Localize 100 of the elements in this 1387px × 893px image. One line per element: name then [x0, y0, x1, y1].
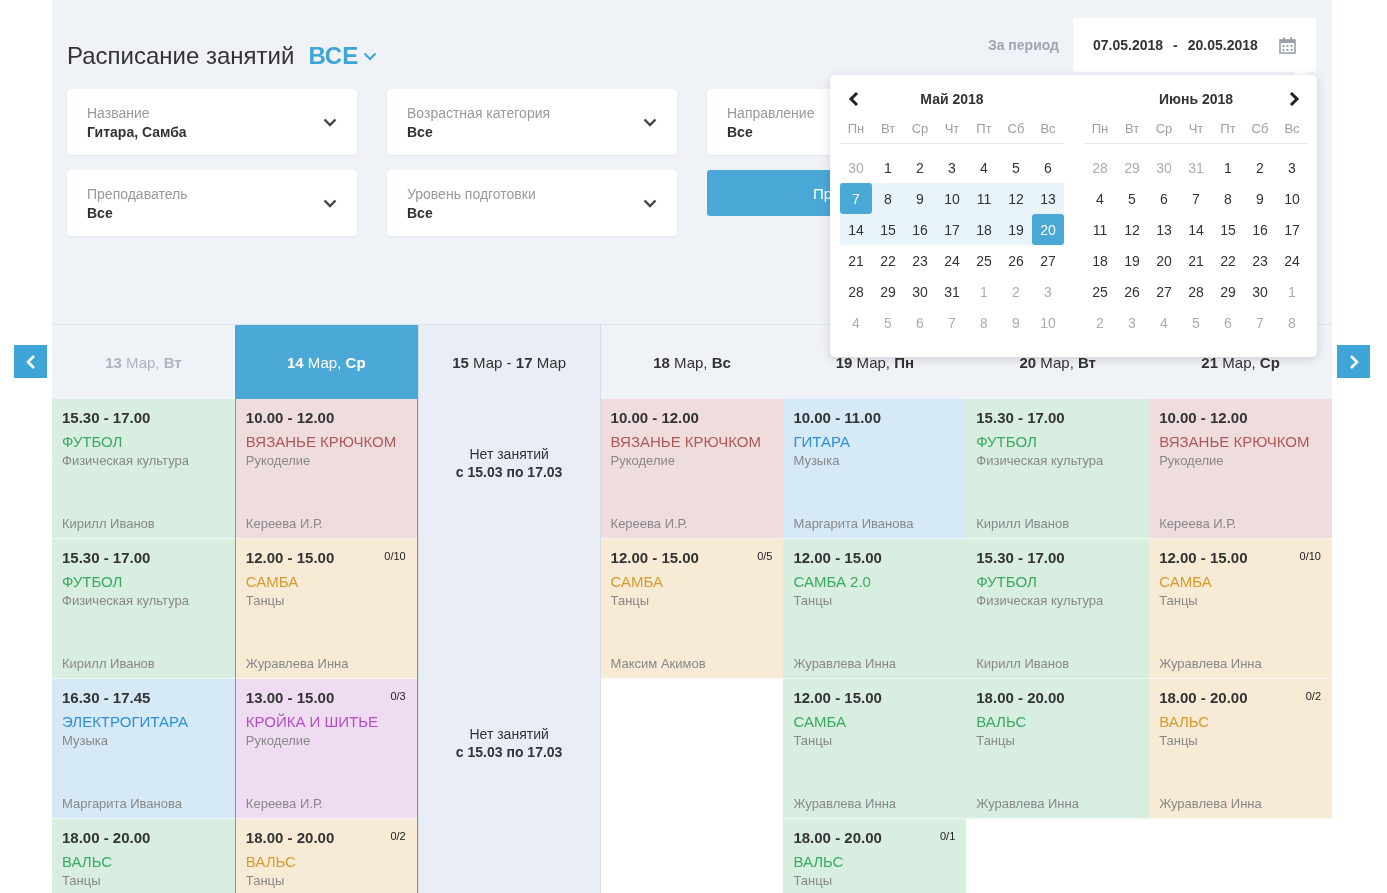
class-card[interactable]: 18.00 - 20.00 ВАЛЬС Танцы — [52, 819, 235, 893]
calendar-day[interactable]: 20 — [1148, 245, 1180, 276]
calendar-day[interactable]: 3 — [1276, 152, 1308, 183]
calendar-day[interactable]: 23 — [1244, 245, 1276, 276]
class-card[interactable]: 18.00 - 20.00 ВАЛЬС Танцы Журавлева Инна — [966, 679, 1150, 819]
next-month-button[interactable] — [1288, 91, 1300, 107]
class-card[interactable]: 18.00 - 20.00 0/2 ВАЛЬС Танцы — [235, 819, 417, 893]
calendar-day[interactable]: 16 — [904, 214, 936, 245]
class-title: ФУТБОЛ — [976, 573, 1038, 590]
class-card[interactable]: 10.00 - 12.00 ВЯЗАНЬЕ КРЮЧКОМ Рукоделие Кереева И.Р. — [1149, 399, 1332, 539]
teacher-name: Кереева И.Р. — [245, 796, 324, 811]
class-card[interactable]: 15.30 - 17.00 ФУТБОЛ Физическая культура Кирилл Иванов — [52, 399, 235, 539]
calendar-day[interactable]: 15 — [1212, 214, 1244, 245]
calendar-day[interactable]: 12 — [1116, 214, 1148, 245]
calendar-day[interactable]: 27 — [1148, 276, 1180, 307]
calendar-day[interactable]: 11 — [1084, 214, 1116, 245]
calendar-day[interactable]: 30 — [904, 276, 936, 307]
calendar-day[interactable]: 26 — [1116, 276, 1148, 307]
calendar-day[interactable]: 30 — [1244, 276, 1276, 307]
calendar-day[interactable]: 2 — [1244, 152, 1276, 183]
day-header[interactable]: 18 Мар, Вс — [600, 325, 784, 399]
class-card[interactable]: 10.00 - 11.00 ГИТАРА Музыка Маргарита Иванова — [783, 399, 967, 539]
class-card[interactable]: 16.30 - 17.45 ЭЛЕКТРОГИТАРА Музыка Маргарита Иванова — [52, 679, 235, 819]
calendar-day[interactable]: 10 — [936, 183, 968, 214]
calendar-day[interactable]: 9 — [1244, 183, 1276, 214]
calendar-day[interactable]: 29 — [872, 276, 904, 307]
calendar-day[interactable]: 9 — [904, 183, 936, 214]
calendar-day[interactable]: 4 — [1084, 183, 1116, 214]
calendar-day[interactable]: 14 — [840, 214, 872, 245]
calendar-day[interactable]: 8 — [872, 183, 904, 214]
class-card[interactable]: 15.30 - 17.00 ФУТБОЛ Физическая культура Кирилл Иванов — [966, 399, 1150, 539]
calendar-day[interactable]: 29 — [1212, 276, 1244, 307]
calendar-day[interactable]: 23 — [904, 245, 936, 276]
class-card[interactable]: 12.00 - 15.00 САМБА Танцы Журавлева Инна — [783, 679, 967, 819]
date-range-field[interactable]: 07.05.2018 - 20.05.2018 — [1073, 18, 1316, 72]
calendar-day[interactable]: 12 — [1000, 183, 1032, 214]
calendar-day[interactable]: 24 — [1276, 245, 1308, 276]
calendar-day[interactable]: 26 — [1000, 245, 1032, 276]
next-week-button[interactable] — [1337, 345, 1370, 378]
previous-week-button[interactable] — [14, 345, 47, 378]
calendar-day[interactable]: 17 — [936, 214, 968, 245]
calendar-day[interactable]: 28 — [1180, 276, 1212, 307]
calendar-day[interactable]: 17 — [1276, 214, 1308, 245]
teacher-name: Кереева И.Р. — [1159, 516, 1238, 531]
class-card[interactable]: 13.00 - 15.00 0/3 КРОЙКА И ШИТЬЕ Рукоделие Кереева И.Р. — [235, 679, 417, 819]
class-time: 13.00 - 15.00 — [245, 689, 335, 706]
calendar-day[interactable]: 3 — [936, 152, 968, 183]
calendar-day[interactable]: 10 — [1276, 183, 1308, 214]
calendar-day[interactable]: 13 — [1148, 214, 1180, 245]
class-category: Рукоделие — [1159, 453, 1225, 468]
calendar-day[interactable]: 31 — [936, 276, 968, 307]
calendar-day[interactable]: 5 — [1000, 152, 1032, 183]
calendar-day[interactable]: 5 — [1116, 183, 1148, 214]
weekday-label: Вс — [1039, 120, 1057, 136]
class-time: 12.00 - 15.00 — [610, 549, 699, 566]
calendar-day[interactable]: 21 — [840, 245, 872, 276]
chevron-down-icon — [643, 117, 657, 127]
class-card[interactable]: 18.00 - 20.00 0/1 ВАЛЬС Танцы — [783, 819, 967, 893]
filter-dropdown[interactable]: Название Гитара, Самба — [67, 89, 357, 155]
calendar-day[interactable]: 16 — [1244, 214, 1276, 245]
calendar-day[interactable]: 6 — [1032, 152, 1064, 183]
calendar-day[interactable]: 28 — [840, 276, 872, 307]
class-card[interactable]: 12.00 - 15.00 0/5 САМБА Танцы Максим Акимов — [600, 539, 784, 679]
calendar-day[interactable]: 27 — [1032, 245, 1064, 276]
calendar-day[interactable]: 19 — [1116, 245, 1148, 276]
previous-month-button[interactable] — [848, 91, 860, 107]
calendar-day[interactable]: 21 — [1180, 245, 1212, 276]
class-card[interactable]: 15.30 - 17.00 ФУТБОЛ Физическая культура Кирилл Иванов — [52, 539, 235, 679]
calendar-day[interactable]: 19 — [1000, 214, 1032, 245]
calendar-day[interactable]: 18 — [1084, 245, 1116, 276]
class-card[interactable]: 12.00 - 15.00 0/10 САМБА Танцы Журавлева Инна — [1149, 539, 1332, 679]
calendar-day[interactable]: 13 — [1032, 183, 1064, 214]
calendar-day[interactable]: 22 — [872, 245, 904, 276]
class-category: Музыка — [793, 453, 841, 468]
chevron-down-icon — [323, 117, 337, 127]
calendar-day[interactable]: 11 — [968, 183, 1000, 214]
filter-dropdown[interactable]: Уровень подготовки Все — [387, 170, 677, 236]
filter-dropdown[interactable]: Преподаватель Все — [67, 170, 357, 236]
class-card[interactable]: 10.00 - 12.00 ВЯЗАНЬЕ КРЮЧКОМ Рукоделие Кереева И.Р. — [235, 399, 417, 539]
calendar-day[interactable]: 25 — [968, 245, 1000, 276]
calendar-day[interactable]: 7 — [1180, 183, 1212, 214]
class-card[interactable]: 15.30 - 17.00 ФУТБОЛ Физическая культура Кирилл Иванов — [966, 539, 1150, 679]
calendar-day[interactable]: 4 — [968, 152, 1000, 183]
calendar-day[interactable]: 6 — [1148, 183, 1180, 214]
calendar-day[interactable]: 8 — [1212, 183, 1244, 214]
weekday-label: Сб — [1250, 120, 1270, 136]
class-card[interactable]: 10.00 - 12.00 ВЯЗАНЬЕ КРЮЧКОМ Рукоделие Кереева И.Р. — [600, 399, 784, 539]
calendar-day[interactable]: 25 — [1084, 276, 1116, 307]
calendar-day[interactable]: 14 — [1180, 214, 1212, 245]
filter-dropdown[interactable]: Возрастная категория Все — [387, 89, 677, 155]
calendar-day[interactable]: 2 — [904, 152, 936, 183]
calendar-day[interactable]: 22 — [1212, 245, 1244, 276]
calendar-day[interactable]: 24 — [936, 245, 968, 276]
calendar-day[interactable]: 18 — [968, 214, 1000, 245]
class-card[interactable]: 18.00 - 20.00 0/2 ВАЛЬС Танцы Журавлева Инна — [1149, 679, 1332, 819]
calendar-day[interactable]: 1 — [872, 152, 904, 183]
calendar-day[interactable]: 15 — [872, 214, 904, 245]
class-card[interactable]: 12.00 - 15.00 0/10 САМБА Танцы Журавлева Инна — [235, 539, 417, 679]
class-card[interactable]: 12.00 - 15.00 САМБА 2.0 Танцы Журавлева Инна — [783, 539, 967, 679]
calendar-day[interactable]: 1 — [1212, 152, 1244, 183]
